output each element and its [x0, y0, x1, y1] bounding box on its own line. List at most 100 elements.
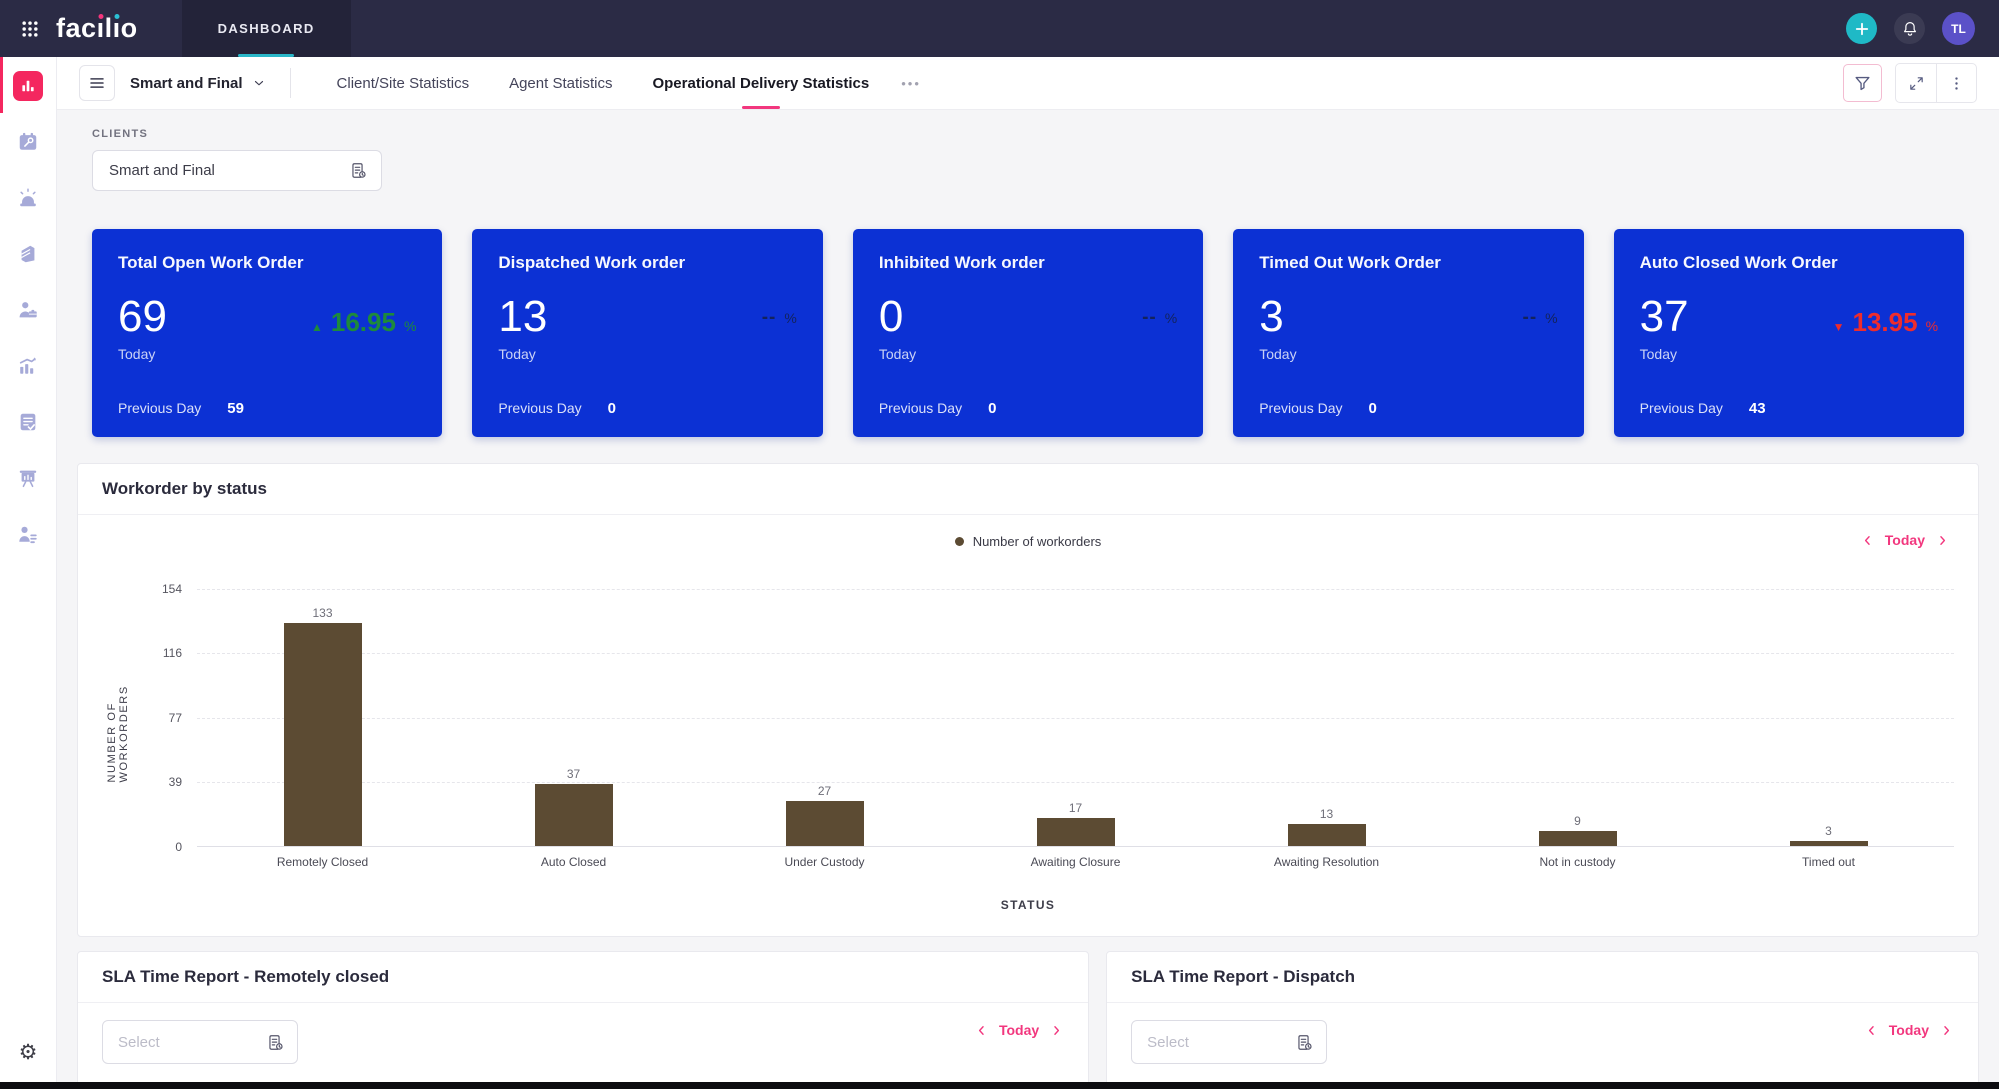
x-axis-title: STATUS [102, 898, 1954, 912]
sidebar-item-report[interactable] [13, 407, 43, 437]
workorder-chart-body: Number of workorders Today NUMBER OF WOR… [78, 515, 1978, 936]
tab-agent-statistics[interactable]: Agent Statistics [489, 57, 632, 109]
kpi-previous-day: Previous Day 0 [1259, 400, 1377, 417]
delta-down-icon: ▼ [1833, 320, 1845, 334]
bar-remotely-closed[interactable] [284, 623, 362, 846]
sla-2-prev-button[interactable] [1864, 1023, 1879, 1038]
sla-card-sla-time-report-dispatch: SLA Time Report - Dispatch Select Today [1106, 951, 1979, 1089]
team-icon [17, 523, 39, 545]
bar-auto-closed[interactable] [535, 784, 613, 846]
notifications-button[interactable] [1894, 13, 1925, 44]
dashboard-tabs: Client/Site StatisticsAgent StatisticsOp… [317, 57, 890, 109]
kpi-delta-value: -- [1523, 307, 1538, 329]
fullscreen-button[interactable] [1896, 64, 1936, 102]
lookup-icon [349, 161, 368, 180]
sidebar-item-analytics[interactable] [13, 351, 43, 381]
kpi-delta-value: -- [1142, 307, 1157, 329]
topbar-left: facılıo [0, 14, 138, 42]
bar-timed-out[interactable] [1790, 841, 1868, 846]
sla-card-title: SLA Time Report - Dispatch [1131, 967, 1954, 987]
sla-1-period-nav: Today [974, 1022, 1064, 1038]
dashboard-list-button[interactable] [79, 65, 115, 101]
topbar: facılıo DASHBOARD TL [0, 0, 1999, 57]
sidebar-item-dashboard[interactable] [13, 71, 43, 101]
sla-select[interactable]: Select [1131, 1020, 1327, 1064]
sla-1-prev-button[interactable] [974, 1023, 989, 1038]
create-new-button[interactable] [1846, 13, 1877, 44]
topnav-tab-dashboard[interactable]: DASHBOARD [182, 0, 351, 57]
x-category-label: Awaiting Closure [950, 855, 1201, 869]
sla-2-next-button[interactable] [1939, 1023, 1954, 1038]
kpi-delta: ▼13.95% [1833, 307, 1938, 338]
toolbar-button-group [1895, 63, 1977, 103]
kpi-delta-value: 13.95 [1853, 307, 1918, 338]
sla-1-period-label[interactable]: Today [999, 1022, 1039, 1038]
sla-1-next-button[interactable] [1049, 1023, 1064, 1038]
filter-button[interactable] [1843, 64, 1882, 102]
dashboard-selector[interactable]: Smart and Final [130, 75, 266, 92]
sidebar-item-team[interactable] [13, 519, 43, 549]
kpi-card-auto-closed-work-order: Auto Closed Work Order37Today▼13.95%Prev… [1614, 229, 1964, 437]
kpi-card-timed-out-work-order: Timed Out Work Order3Today--%Previous Da… [1233, 229, 1583, 437]
tab-client-site-statistics[interactable]: Client/Site Statistics [317, 57, 490, 109]
bell-icon [1901, 20, 1919, 38]
topnav-tab-label: DASHBOARD [218, 21, 315, 36]
logo-letter: ı [113, 14, 121, 42]
toolbar-actions [1843, 63, 1977, 103]
kpi-delta-unit: % [1165, 310, 1177, 326]
bar-under-custody[interactable] [786, 801, 864, 846]
x-category-label: Not in custody [1452, 855, 1703, 869]
sla-select[interactable]: Select [102, 1020, 298, 1064]
kpi-mid: 69Today▲16.95% [118, 295, 416, 362]
x-category-label: Under Custody [699, 855, 950, 869]
kpi-card-inhibited-work-order: Inhibited Work order0Today--%Previous Da… [853, 229, 1203, 437]
logo-letter: f [56, 14, 66, 42]
kpi-value-block: 0Today [879, 295, 916, 362]
bar-awaiting-closure[interactable] [1037, 818, 1115, 846]
kpi-card-dispatched-work-order: Dispatched Work order13Today--%Previous … [472, 229, 822, 437]
y-tick-label: 77 [169, 711, 182, 725]
kpi-title: Timed Out Work Order [1259, 253, 1557, 273]
bar-slot: 13 [1201, 589, 1452, 846]
kpi-previous-day-label: Previous Day [1259, 400, 1342, 416]
sidebar-item-building[interactable] [13, 239, 43, 269]
more-tabs-button[interactable]: ••• [889, 76, 933, 91]
chart-period-label[interactable]: Today [1885, 532, 1925, 548]
sidebar-item-workforce[interactable] [13, 295, 43, 325]
bar-not-in-custody[interactable] [1539, 831, 1617, 846]
kpi-previous-day-value: 0 [1368, 400, 1376, 417]
sla-select-placeholder: Select [118, 1034, 160, 1051]
sidebar-item-alarm[interactable] [13, 183, 43, 213]
user-avatar[interactable]: TL [1942, 12, 1975, 45]
chart-prev-button[interactable] [1860, 533, 1875, 548]
chart-plot-area: 1333727171393 [197, 589, 1954, 847]
grid-icon [20, 19, 40, 39]
workorder-status-card: Workorder by status Number of workorders… [77, 463, 1979, 937]
settings-button[interactable]: ⚙ [19, 1042, 38, 1063]
bar-slot: 27 [699, 589, 950, 846]
clients-label: CLIENTS [92, 128, 1999, 140]
x-category-label: Awaiting Resolution [1201, 855, 1452, 869]
chart-next-button[interactable] [1935, 533, 1950, 548]
chevron-down-icon [252, 76, 266, 90]
kebab-icon [1948, 75, 1965, 92]
more-options-button[interactable] [1936, 64, 1976, 102]
y-tick-label: 0 [175, 840, 182, 854]
facilio-logo[interactable]: facılıo [56, 14, 138, 42]
tab-operational-delivery-statistics[interactable]: Operational Delivery Statistics [632, 57, 889, 109]
sla-2-period-label[interactable]: Today [1889, 1022, 1929, 1038]
page: facılıo DASHBOARD TL ⚙ Smart and Final C… [0, 0, 1999, 1089]
bar-awaiting-resolution[interactable] [1288, 824, 1366, 846]
kpi-previous-day-value: 0 [988, 400, 996, 417]
kpi-card-total-open-work-order: Total Open Work Order69Today▲16.95%Previ… [92, 229, 442, 437]
kpi-previous-day-label: Previous Day [118, 400, 201, 416]
sidebar-item-board[interactable] [13, 463, 43, 493]
chart-legend[interactable]: Number of workorders [102, 515, 1954, 549]
sidebar-item-maintenance[interactable] [13, 127, 43, 157]
filter-icon [1853, 74, 1872, 93]
app-grid-button[interactable] [20, 19, 40, 39]
clients-select[interactable]: Smart and Final [92, 150, 382, 191]
kpi-value: 13 [498, 295, 547, 339]
sla-select-placeholder: Select [1147, 1034, 1189, 1051]
y-axis: NUMBER OF WORKORDERS 03977116154 [102, 589, 197, 847]
